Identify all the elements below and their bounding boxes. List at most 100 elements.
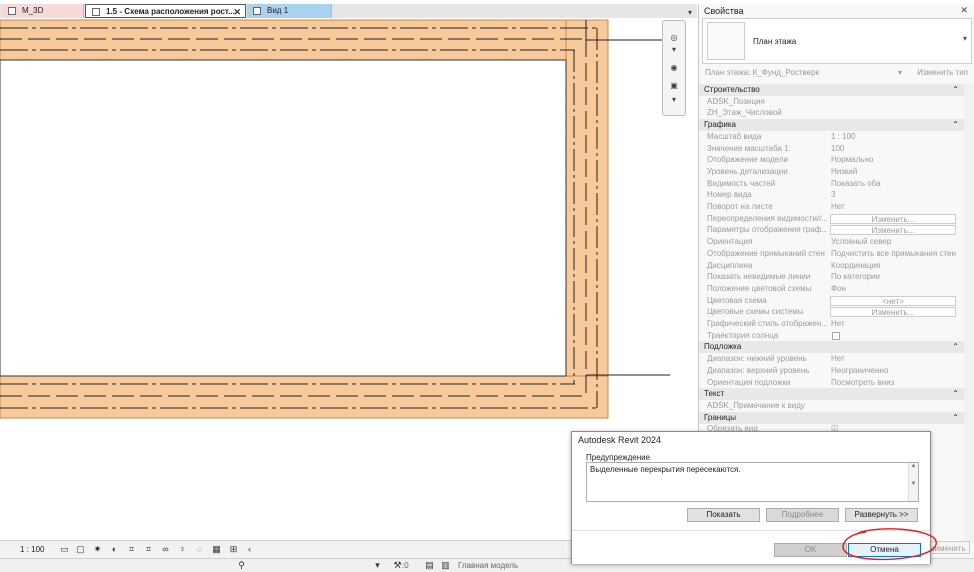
dropdown-icon[interactable]: ▾: [372, 560, 383, 571]
property-row[interactable]: Показать невидимые линии По категории: [699, 271, 973, 283]
property-value[interactable]: Координация: [831, 260, 957, 272]
property-edit-button[interactable]: Изменить...: [830, 225, 956, 236]
group-label: Текст: [704, 389, 725, 399]
unlocked-3d-icon[interactable]: ∞: [160, 544, 171, 555]
tab-m3d[interactable]: M_3D: [2, 4, 84, 18]
property-edit-button[interactable]: Изменить...: [830, 307, 956, 318]
type-name: План этажа: [753, 37, 797, 46]
property-row[interactable]: Параметры отображения граф... Изменить...: [699, 224, 973, 236]
property-value[interactable]: Нет: [831, 318, 957, 330]
show-button[interactable]: Показать: [687, 508, 760, 522]
chevron-down-icon[interactable]: ▾: [898, 68, 902, 77]
crop-region-icon[interactable]: ⌗: [143, 544, 154, 555]
property-value[interactable]: Нормально: [831, 154, 957, 166]
zoom-region-icon[interactable]: ▣: [667, 81, 681, 93]
property-checkbox[interactable]: [832, 331, 840, 340]
property-row[interactable]: Отображение примыканий стен Подчистить вс…: [699, 248, 973, 260]
property-row[interactable]: Переопределения видимости/г... Изменить..…: [699, 213, 973, 225]
worksharing-display-icon[interactable]: ▦: [211, 544, 222, 555]
property-group-header[interactable]: Строительство ⌃: [699, 84, 973, 96]
property-row[interactable]: ZH_Этаж_Числовой: [699, 107, 973, 119]
warning-dialog: Autodesk Revit 2024 Предупреждение Выдел…: [571, 431, 931, 564]
close-icon[interactable]: ✕: [960, 5, 968, 16]
property-row[interactable]: ADSK_Позиция: [699, 96, 973, 108]
scroll-left-icon[interactable]: ‹: [244, 544, 255, 555]
property-row[interactable]: Видимость частей Показать оба: [699, 178, 973, 190]
shadows-icon[interactable]: ◐: [109, 544, 120, 555]
more-info-button[interactable]: Подробнее: [766, 508, 839, 522]
property-row[interactable]: Ориентация Условный север: [699, 236, 973, 248]
property-row[interactable]: Графический стиль отображен... Нет: [699, 318, 973, 330]
property-group-header[interactable]: Подложка ⌃: [699, 341, 973, 354]
property-row[interactable]: Отображение модели Нормально: [699, 154, 973, 166]
property-value[interactable]: Показать оба: [831, 178, 957, 190]
property-value[interactable]: Низкий: [831, 166, 957, 178]
property-value[interactable]: Подчистить все примыкания стен: [831, 248, 957, 260]
property-value[interactable]: Посмотреть вниз: [831, 377, 957, 389]
warning-message-box[interactable]: Выделенные перекрытия пересекаются. ▲ ▼: [586, 462, 919, 502]
property-edit-button[interactable]: <нет>: [830, 295, 956, 306]
cancel-button[interactable]: Отмена: [848, 543, 921, 557]
reveal-hidden-icon[interactable]: ◌: [194, 544, 205, 555]
message-scrollbar[interactable]: ▲ ▼: [908, 463, 918, 501]
property-row[interactable]: Значение масштаба 1: 100: [699, 143, 973, 155]
property-row[interactable]: ADSK_Примечание к виду: [699, 400, 973, 412]
instance-selector[interactable]: План этажа: К_Фунд_Ростверк ▾ Изменить т…: [702, 66, 972, 80]
property-value[interactable]: Нет: [831, 201, 957, 213]
collapse-icon[interactable]: ⌃: [952, 84, 959, 96]
property-row[interactable]: Диапазон: нижний уровень Нет: [699, 353, 973, 365]
property-row[interactable]: Траектория солнца: [699, 330, 973, 342]
property-row[interactable]: Масштаб вида 1 : 100: [699, 131, 973, 143]
tab-view-1[interactable]: Вид 1: [247, 4, 332, 18]
property-value[interactable]: Фон: [831, 283, 957, 295]
property-value[interactable]: 3: [831, 189, 957, 201]
property-value[interactable]: 1 : 100: [831, 131, 957, 143]
type-selector[interactable]: План этажа ▾: [702, 18, 972, 64]
chevron-down-icon[interactable]: ▾: [667, 95, 681, 107]
property-name: Положение цветовой схемы: [707, 283, 812, 293]
design-options-icon[interactable]: ▤: [424, 560, 435, 571]
collapse-icon[interactable]: ⌃: [952, 341, 959, 353]
property-row[interactable]: Положение цветовой схемы Фон: [699, 283, 973, 295]
steering-wheel-icon[interactable]: ◎: [667, 33, 681, 45]
analytical-model-icon[interactable]: ⊞: [228, 544, 239, 555]
worksets-icon[interactable]: ⚲: [236, 560, 247, 571]
sun-path-icon[interactable]: ✷: [92, 544, 103, 555]
property-row[interactable]: Уровень детализации Низкий: [699, 166, 973, 178]
properties-scrollbar[interactable]: [964, 84, 974, 542]
property-value[interactable]: Нет: [831, 353, 957, 365]
edit-type-button[interactable]: Изменить тип: [917, 68, 968, 77]
view-scale[interactable]: 1 : 100: [20, 545, 44, 554]
temporary-hide-icon[interactable]: ♀: [177, 544, 188, 555]
property-name: Поворот на листе: [707, 202, 773, 211]
visual-style-icon[interactable]: ▢: [75, 544, 86, 555]
property-row[interactable]: Цветовая схема <нет>: [699, 295, 973, 307]
property-value[interactable]: 100: [831, 143, 957, 155]
property-group-header[interactable]: Графика ⌃: [699, 119, 973, 132]
property-row[interactable]: Цветовые схемы системы Изменить...: [699, 306, 973, 318]
detail-level-icon[interactable]: ▭: [59, 544, 70, 555]
tab-floor-plan[interactable]: 1.5 - Схема расположения рост... ✕: [85, 4, 246, 18]
group-label: Графика: [704, 120, 736, 130]
collapse-icon[interactable]: ⌃: [952, 388, 959, 400]
chevron-down-icon[interactable]: ▾: [667, 45, 681, 57]
collapse-icon[interactable]: ⌃: [952, 119, 959, 131]
property-group-header[interactable]: Границы ⌃: [699, 411, 973, 424]
collapse-icon[interactable]: ⌃: [952, 412, 959, 424]
property-value[interactable]: Неограниченно: [831, 365, 957, 377]
expand-button[interactable]: Развернуть >>: [845, 508, 918, 522]
property-group-header[interactable]: Текст ⌃: [699, 388, 973, 401]
ok-button[interactable]: OK: [774, 543, 847, 557]
close-icon[interactable]: ✕: [233, 5, 241, 17]
property-value[interactable]: По категории: [831, 271, 957, 283]
property-name: Отображение примыканий стен: [707, 248, 825, 258]
zoom-icon[interactable]: ◉: [667, 63, 681, 75]
property-row[interactable]: Дисциплина Координация: [699, 260, 973, 272]
property-row[interactable]: Ориентация подложки Посмотреть вниз: [699, 377, 973, 389]
property-row[interactable]: Номер вида 3: [699, 189, 973, 201]
crop-view-icon[interactable]: ⌗: [126, 544, 137, 555]
property-row[interactable]: Диапазон: верхний уровень Неограниченно: [699, 365, 973, 377]
property-row[interactable]: Поворот на листе Нет: [699, 201, 973, 213]
property-edit-button[interactable]: Изменить...: [830, 213, 956, 224]
property-value[interactable]: Условный север: [831, 236, 957, 248]
